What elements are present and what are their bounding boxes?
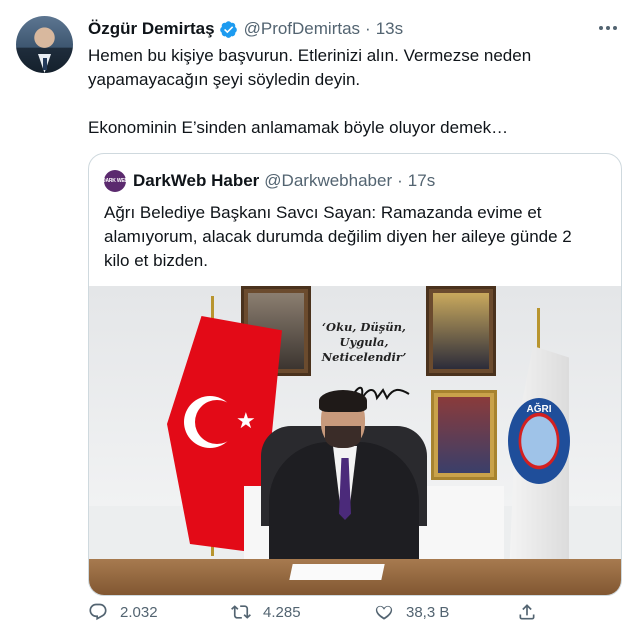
quoted-tweet-timestamp[interactable]: 17s [408, 171, 435, 191]
like-button[interactable]: 38,3 B [374, 598, 449, 626]
reply-count: 2.032 [120, 603, 158, 621]
retweet-icon [231, 605, 251, 619]
tweet-text: Hemen bu kişiye başvurun. Etlerinizi alı… [88, 44, 608, 140]
reply-icon [89, 603, 107, 621]
portrait-frame [426, 286, 496, 376]
reply-button[interactable]: 2.032 [88, 598, 158, 626]
quoted-tweet-photo[interactable]: ‘Oku, Düşün, Uygula, Neticelendir’ ★ AĞR… [89, 286, 621, 595]
quoted-tweet-text: Ağrı Belediye Başkanı Savcı Sayan: Ramaz… [104, 201, 609, 273]
tweet-actions: 2.032 4.285 38,3 B [88, 598, 548, 626]
retweet-button[interactable]: 4.285 [231, 598, 301, 626]
quoted-avatar-text: DARK WEB [102, 178, 128, 184]
quoted-text-line: alamıyorum, alacak durumda değilim diyen… [104, 227, 572, 246]
quoted-author-handle[interactable]: @Darkwebhaber [264, 171, 392, 191]
quoted-header-separator: · [397, 171, 403, 190]
tweet-text-line: Hemen bu kişiye başvurun. Etlerinizi alı… [88, 46, 532, 65]
tweet-header: Özgür Demirtaş @ProfDemirtas · 13s [88, 17, 403, 41]
like-icon [375, 605, 393, 620]
quoted-tweet-header: DARK WEB DarkWeb Haber @Darkwebhaber · 1… [102, 170, 435, 192]
person-hair [319, 390, 367, 412]
quoted-author-name[interactable]: DarkWeb Haber [133, 171, 259, 191]
flag-star-icon: ★ [236, 408, 256, 433]
quoted-text-line: kilo et bizden. [104, 251, 208, 270]
header-separator: · [365, 19, 371, 38]
tweet-text-line: yapamayacağın şeyi söyledin deyin. [88, 70, 361, 89]
painting-frame [431, 390, 497, 480]
quoted-text-line: Ağrı Belediye Başkanı Savcı Sayan: Ramaz… [104, 203, 542, 222]
more-options-icon[interactable] [596, 18, 620, 38]
avatar-tie [43, 58, 47, 70]
share-button[interactable] [517, 598, 549, 626]
retweet-count: 4.285 [263, 603, 301, 621]
share-icon [519, 604, 535, 620]
author-name[interactable]: Özgür Demirtaş [88, 19, 215, 39]
quoted-author-avatar[interactable]: DARK WEB [102, 170, 128, 192]
municipality-emblem: AĞRI [508, 398, 570, 484]
quoted-tweet[interactable]: DARK WEB DarkWeb Haber @Darkwebhaber · 1… [88, 153, 622, 596]
tweet-timestamp[interactable]: 13s [376, 19, 403, 39]
person-beard [325, 426, 361, 448]
author-handle[interactable]: @ProfDemirtas [244, 19, 360, 39]
tweet-text-line: Ekonominin E’sinden anlamamak böyle oluy… [88, 118, 509, 137]
desk-paper [289, 564, 385, 580]
like-count: 38,3 B [406, 603, 450, 621]
photo-motto: ‘Oku, Düşün, Uygula, Neticelendir’ [321, 320, 407, 364]
author-avatar[interactable] [16, 16, 73, 73]
tweet-card: Özgür Demirtaş @ProfDemirtas · 13s Hemen… [0, 0, 640, 629]
verified-badge-icon [219, 20, 237, 38]
